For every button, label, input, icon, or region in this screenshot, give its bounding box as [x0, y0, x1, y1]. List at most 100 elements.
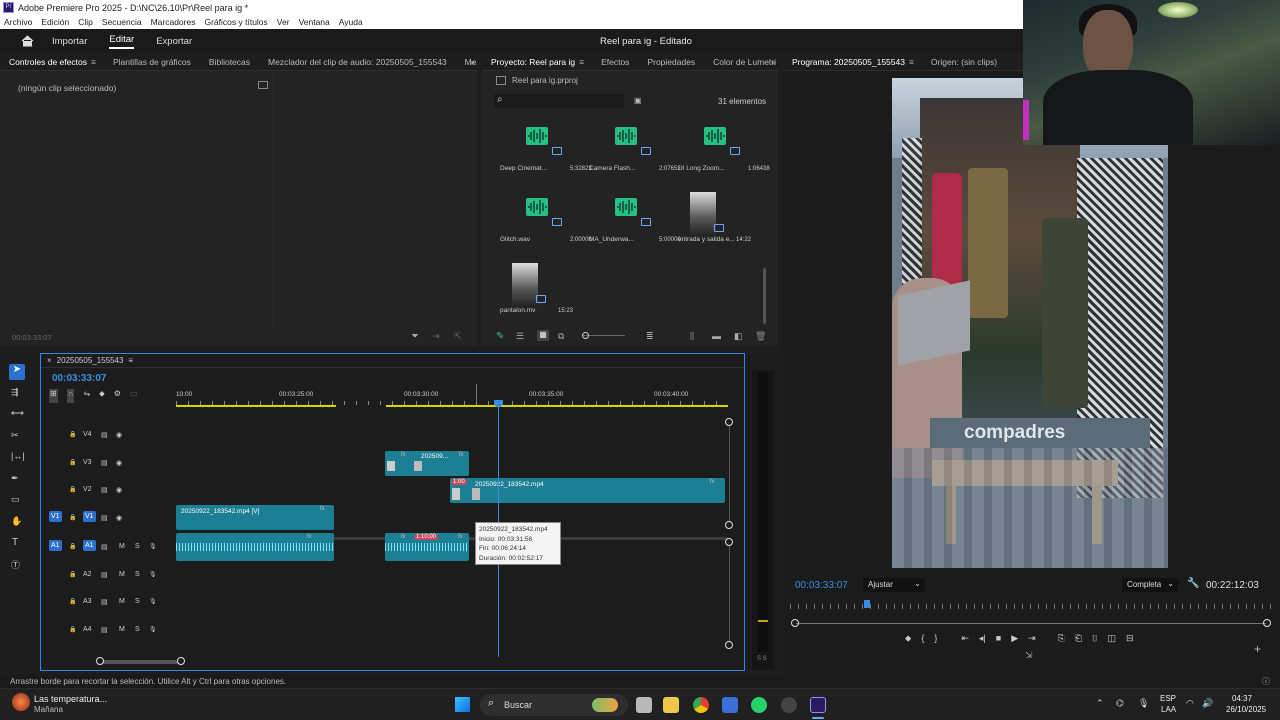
eye-icon[interactable]: ◉: [116, 431, 122, 439]
sort-icon[interactable]: ≣: [646, 331, 654, 342]
compare-icon[interactable]: ◫: [1107, 633, 1116, 647]
home-icon[interactable]: [20, 34, 34, 48]
clip-a1-right[interactable]: 1:10:00 fx fx: [385, 533, 469, 561]
project-scrollbar[interactable]: [763, 268, 766, 324]
rectangle-tool-icon[interactable]: ▭: [11, 494, 20, 505]
track-target-v3[interactable]: V3: [83, 459, 92, 466]
track-target-a4[interactable]: A4: [83, 626, 92, 633]
lock-icon[interactable]: 🔒: [69, 459, 76, 466]
whatsapp-icon[interactable]: [751, 697, 767, 713]
program-zoom-bar[interactable]: [796, 623, 1266, 624]
zoom-right-handle[interactable]: [1263, 619, 1271, 627]
toggle-timeline-icon[interactable]: [258, 81, 268, 89]
tray-overflow-icon[interactable]: ⌃: [1096, 698, 1104, 709]
menu-clip[interactable]: Clip: [78, 17, 93, 27]
tab-properties[interactable]: Propiedades: [638, 57, 704, 67]
clip-a1-left[interactable]: fx: [176, 533, 334, 561]
menu-edicion[interactable]: Edición: [41, 17, 69, 27]
mic-icon[interactable]: 🎙: [149, 598, 157, 605]
sync-lock-icon[interactable]: ▤: [101, 626, 108, 634]
list-view-icon[interactable]: ☰: [516, 331, 524, 342]
network-icon[interactable]: ⌬: [1116, 698, 1124, 709]
extract-icon[interactable]: ⎗: [1075, 633, 1082, 647]
tab-program[interactable]: Programa: 20250505_155543: [783, 57, 914, 67]
trash-icon[interactable]: 🗑: [755, 331, 766, 342]
mic-icon[interactable]: 🎙: [1138, 698, 1149, 709]
source-patch-v1[interactable]: V1: [49, 511, 62, 522]
automate-icon[interactable]: ⫼: [690, 331, 694, 342]
solo-button[interactable]: S: [135, 571, 140, 578]
solo-button[interactable]: S: [135, 543, 140, 550]
mark-in-icon[interactable]: {: [921, 633, 924, 647]
work-area-bar[interactable]: [176, 405, 728, 408]
go-to-in-icon[interactable]: ⇤: [961, 633, 969, 647]
mic-icon[interactable]: 🎙: [149, 626, 157, 633]
timeline-zoom-bar[interactable]: [99, 660, 183, 664]
wifi-icon[interactable]: ◠: [1186, 698, 1194, 709]
lock-icon[interactable]: 🔒: [69, 431, 76, 438]
track-target-a2[interactable]: A2: [83, 571, 92, 578]
solo-button[interactable]: S: [135, 598, 140, 605]
quality-dropdown[interactable]: Completa ⌄: [1122, 578, 1178, 592]
project-item[interactable]: UI Long Zoom... 1:06438: [678, 127, 770, 187]
store-icon[interactable]: [722, 697, 738, 713]
mute-button[interactable]: M: [119, 626, 125, 633]
sync-lock-icon[interactable]: ▤: [101, 514, 108, 522]
wrench-icon[interactable]: 🔧: [1187, 578, 1199, 589]
weather-icon[interactable]: [12, 693, 30, 711]
fit-dropdown[interactable]: Ajustar ⌄: [863, 578, 925, 592]
timeline-zoom-left[interactable]: [96, 657, 104, 665]
video-scroll-bottom-handle[interactable]: [725, 521, 733, 529]
go-to-out-icon[interactable]: ⇥: [1028, 633, 1036, 647]
nav-exportar[interactable]: Exportar: [156, 36, 192, 47]
play-icon[interactable]: ▶: [1011, 633, 1018, 647]
eye-icon[interactable]: ◉: [116, 459, 122, 467]
source-patch-a1[interactable]: A1: [49, 540, 62, 551]
add-marker-icon[interactable]: ⬥: [99, 389, 105, 403]
file-explorer-icon[interactable]: [663, 697, 679, 713]
zoom-left-handle[interactable]: [791, 619, 799, 627]
lock-icon[interactable]: 🔒: [69, 571, 76, 578]
track-target-a1[interactable]: A1: [83, 540, 96, 551]
menu-graficos[interactable]: Gráficos y títulos: [204, 17, 267, 27]
sync-lock-icon[interactable]: ▤: [101, 571, 108, 579]
project-tabs-overflow-icon[interactable]: »: [771, 57, 776, 67]
track-target-a3[interactable]: A3: [83, 598, 92, 605]
freeform-view-icon[interactable]: ⧉: [558, 331, 564, 342]
pencil-icon[interactable]: ✎: [496, 331, 504, 342]
selection-tool-icon[interactable]: ➤: [9, 364, 25, 380]
lock-icon[interactable]: 🔒: [69, 514, 76, 521]
sync-lock-icon[interactable]: ▤: [101, 598, 108, 606]
project-item[interactable]: Glitch.wav 2:00000: [500, 198, 592, 258]
sync-lock-icon[interactable]: ▤: [101, 486, 108, 494]
weather-title[interactable]: Las temperatura...: [34, 694, 107, 704]
export-icon[interactable]: ⇱: [454, 331, 462, 342]
tab-libraries[interactable]: Bibliotecas: [200, 57, 259, 67]
close-sequence-icon[interactable]: ×: [47, 356, 52, 365]
panel-menu-icon[interactable]: ≡: [91, 57, 96, 67]
export-frame-icon[interactable]: ⇲: [1025, 650, 1033, 661]
video-scroll-top-handle[interactable]: [725, 418, 733, 426]
type-tool-icon[interactable]: T: [12, 537, 18, 548]
add-button-icon[interactable]: +: [1254, 642, 1261, 656]
sync-lock-icon[interactable]: ▤: [101, 431, 108, 439]
clip-v1[interactable]: 20250922_183542.mp4 [V] fx: [176, 505, 334, 530]
sequence-menu-icon[interactable]: ≡: [128, 356, 133, 365]
lock-icon[interactable]: 🔒: [69, 626, 76, 633]
chrome-icon[interactable]: [693, 697, 709, 713]
linked-selection-icon[interactable]: ⇋: [83, 389, 90, 403]
language-label[interactable]: ESP: [1160, 694, 1176, 703]
menu-ver[interactable]: Ver: [277, 17, 290, 27]
volume-icon[interactable]: 🔊: [1202, 698, 1213, 709]
track-select-tool-icon[interactable]: ⇶: [11, 387, 19, 398]
mark-out-icon[interactable]: }: [934, 633, 937, 647]
nav-importar[interactable]: Importar: [52, 36, 87, 47]
lock-icon[interactable]: 🔒: [69, 598, 76, 605]
menu-marcadores[interactable]: Marcadores: [151, 17, 196, 27]
project-item[interactable]: entrada y salida e... 14:22: [678, 192, 758, 258]
pen-tool-icon[interactable]: ✒: [11, 473, 19, 484]
program-preview[interactable]: compadres: [892, 78, 1168, 568]
windows-start-icon[interactable]: [455, 697, 470, 712]
sync-lock-icon[interactable]: ▤: [101, 543, 108, 551]
new-item-icon[interactable]: ◧: [734, 331, 743, 342]
